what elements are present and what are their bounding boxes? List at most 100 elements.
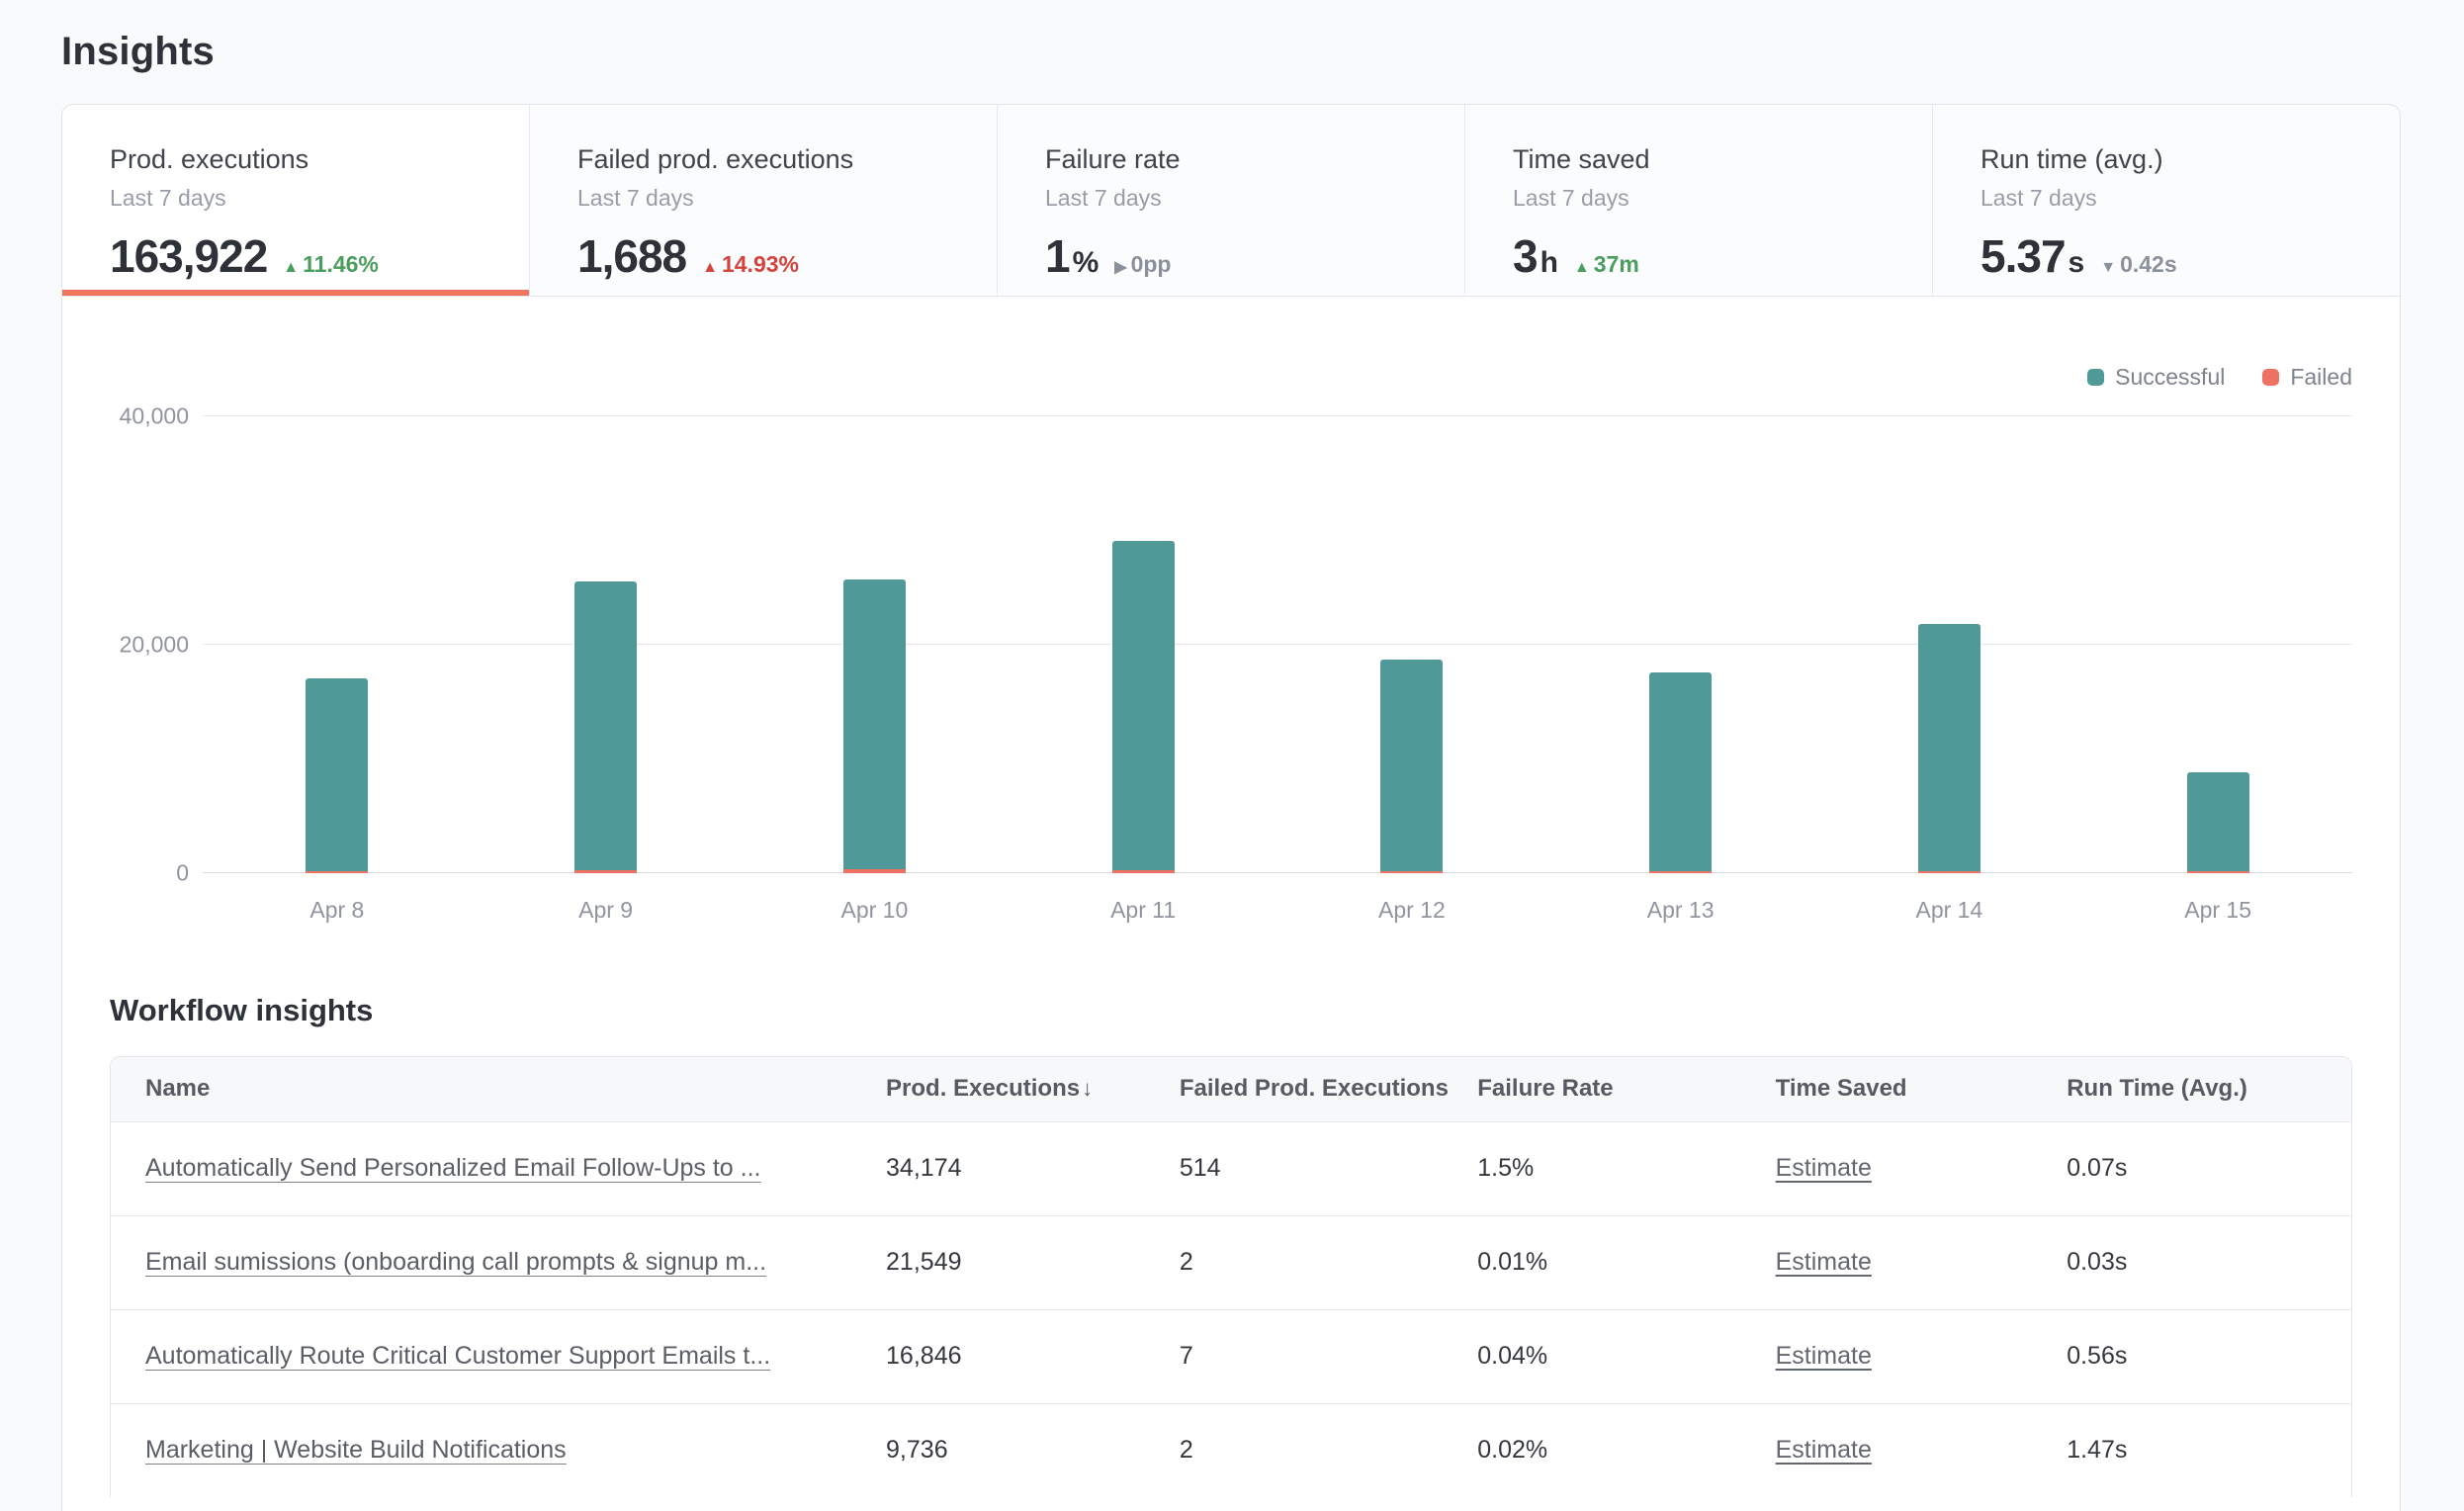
trend-up-icon: ▲ <box>283 259 299 277</box>
bar-successful-segment <box>1112 541 1175 870</box>
card-value: 3 <box>1513 229 1538 283</box>
column-header-label: Time Saved <box>1776 1075 1907 1102</box>
chart-plot-row: 020,00040,000 <box>110 416 2352 873</box>
cell-prod-executions-value: 9,736 <box>886 1436 948 1464</box>
x-tick-label: Apr 11 <box>1009 897 1277 924</box>
table-row: Automatically Send Personalized Email Fo… <box>111 1121 2351 1215</box>
trend-right-icon: ▶ <box>1114 257 1126 277</box>
cell-run-time: 0.03s <box>2067 1215 2351 1309</box>
trend-down-icon: ▼ <box>2100 259 2116 277</box>
insights-page: Insights Prod. executionsLast 7 days163,… <box>0 0 2464 1511</box>
bar-group-apr-14 <box>1815 416 2084 873</box>
bar-failed-segment <box>843 869 906 873</box>
column-header-label: Failed Prod. Executions <box>1180 1075 1449 1102</box>
cell-run-time: 0.07s <box>2067 1121 2351 1215</box>
summary-tab-prod-executions[interactable]: Prod. executionsLast 7 days163,922▲11.46… <box>62 105 530 296</box>
column-header-label: Run Time (Avg.) <box>2067 1075 2247 1102</box>
bar-group-apr-13 <box>1546 416 1815 873</box>
card-sublabel: Last 7 days <box>1045 185 1445 212</box>
column-header-time-saved[interactable]: Time Saved <box>1776 1057 2068 1121</box>
cell-failed-executions: 7 <box>1180 1309 1477 1403</box>
y-tick-label: 40,000 <box>120 403 189 430</box>
cell-name: Marketing | Website Build Notifications <box>111 1403 886 1497</box>
bar-successful-segment <box>843 579 906 869</box>
chart-legend: Successful Failed <box>110 364 2352 391</box>
workflow-name-link[interactable]: Automatically Send Personalized Email Fo… <box>145 1154 886 1183</box>
cell-prod-executions: 16,846 <box>886 1309 1180 1403</box>
y-tick-label: 20,000 <box>120 632 189 659</box>
cell-run-time: 0.56s <box>2067 1309 2351 1403</box>
cell-failed-executions-value: 514 <box>1180 1154 1221 1182</box>
summary-tab-failure-rate[interactable]: Failure rateLast 7 days1%▶0pp <box>998 105 1465 296</box>
card-delta-text: 0pp <box>1131 251 1172 278</box>
bar-successful-segment <box>306 678 368 871</box>
cell-name: Email sumissions (onboarding call prompt… <box>111 1215 886 1309</box>
cell-time-saved: Estimate <box>1776 1121 2068 1215</box>
bar-group-apr-11 <box>1009 416 1277 873</box>
workflow-name-link[interactable]: Email sumissions (onboarding call prompt… <box>145 1248 886 1277</box>
cell-failed-executions: 2 <box>1180 1403 1477 1497</box>
bar-failed-segment <box>1649 871 1712 873</box>
estimate-link[interactable]: Estimate <box>1776 1248 1872 1276</box>
cell-failed-executions: 2 <box>1180 1215 1477 1309</box>
cell-run-time-value: 0.56s <box>2067 1342 2127 1370</box>
card-value-unit: % <box>1073 246 1100 280</box>
bar-group-apr-15 <box>2083 416 2352 873</box>
legend-label: Successful <box>2115 364 2225 391</box>
workflow-name-link[interactable]: Automatically Route Critical Customer Su… <box>145 1342 886 1371</box>
bar <box>1918 624 1980 873</box>
column-header-run-time-avg-[interactable]: Run Time (Avg.) <box>2067 1057 2351 1121</box>
card-sublabel: Last 7 days <box>1513 185 1912 212</box>
bar-successful-segment <box>2187 772 2249 871</box>
bar-group-apr-8 <box>203 416 472 873</box>
cell-prod-executions: 9,736 <box>886 1403 1180 1497</box>
cell-run-time-value: 0.07s <box>2067 1154 2127 1182</box>
summary-tab-time-saved[interactable]: Time savedLast 7 days3h▲37m <box>1465 105 1933 296</box>
column-header-label: Name <box>145 1075 210 1102</box>
summary-tab-failed-prod-executions[interactable]: Failed prod. executionsLast 7 days1,688▲… <box>530 105 998 296</box>
bar-failed-segment <box>1112 870 1175 873</box>
bar-failed-segment <box>306 871 368 873</box>
column-header-failure-rate[interactable]: Failure Rate <box>1477 1057 1775 1121</box>
card-value: 1 <box>1045 229 1070 283</box>
bar-failed-segment <box>2187 871 2249 873</box>
table-row: Email sumissions (onboarding call prompt… <box>111 1215 2351 1309</box>
column-header-label: Prod. Executions <box>886 1075 1080 1102</box>
column-header-failed-prod-executions[interactable]: Failed Prod. Executions <box>1180 1057 1477 1121</box>
bar-failed-segment <box>574 870 637 873</box>
card-delta: ▲11.46% <box>283 251 379 278</box>
bar-successful-segment <box>1649 672 1712 871</box>
legend-item-successful[interactable]: Successful <box>2087 364 2225 391</box>
legend-item-failed[interactable]: Failed <box>2262 364 2352 391</box>
bars-container <box>203 416 2352 873</box>
card-delta-text: 0.42s <box>2120 251 2177 278</box>
table-header-row: Name Prod. Executions↓Failed Prod. Execut… <box>111 1057 2351 1121</box>
workflow-insights-title: Workflow insights <box>110 993 2352 1028</box>
workflow-name-link[interactable]: Marketing | Website Build Notifications <box>145 1436 886 1465</box>
card-delta: ▲37m <box>1574 251 1639 278</box>
bar-group-apr-10 <box>741 416 1010 873</box>
y-axis-labels: 020,00040,000 <box>110 416 189 873</box>
x-tick-label: Apr 14 <box>1815 897 2084 924</box>
cell-failure-rate: 1.5% <box>1477 1121 1775 1215</box>
bar-successful-segment <box>574 581 637 870</box>
bar-successful-segment <box>1918 624 1980 870</box>
card-value-unit: h <box>1540 246 1558 280</box>
estimate-link[interactable]: Estimate <box>1776 1436 1872 1464</box>
x-tick-label: Apr 12 <box>1277 897 1546 924</box>
card-value-unit: s <box>2068 246 2085 280</box>
card-value: 5.37 <box>1980 229 2066 283</box>
bar-group-apr-9 <box>472 416 741 873</box>
card-label: Prod. executions <box>110 144 509 175</box>
cell-failure-rate-value: 1.5% <box>1477 1154 1534 1182</box>
estimate-link[interactable]: Estimate <box>1776 1154 1872 1182</box>
column-header-prod-executions[interactable]: Prod. Executions↓ <box>886 1057 1180 1121</box>
cell-failed-executions-value: 7 <box>1180 1342 1193 1370</box>
column-header-name[interactable]: Name <box>111 1057 886 1121</box>
summary-tab-run-time-avg[interactable]: Run time (avg.)Last 7 days5.37s▼0.42s <box>1933 105 2400 296</box>
bar <box>843 579 906 873</box>
plot-area <box>203 416 2352 873</box>
estimate-link[interactable]: Estimate <box>1776 1342 1872 1370</box>
cell-failure-rate-value: 0.04% <box>1477 1342 1547 1370</box>
cell-failed-executions-value: 2 <box>1180 1436 1193 1464</box>
